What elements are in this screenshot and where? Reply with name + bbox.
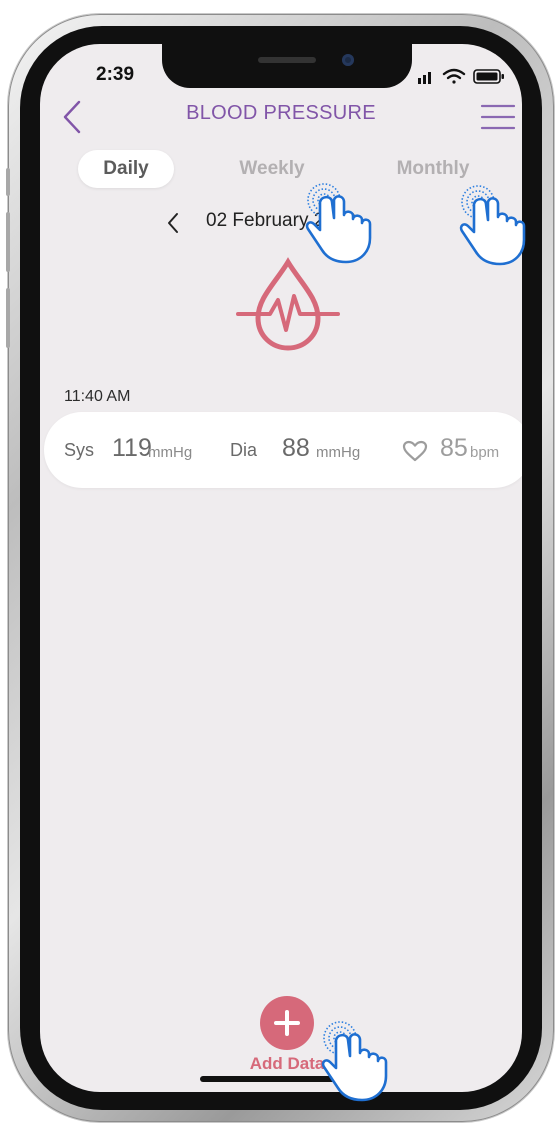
heart-outline-icon [402,440,428,462]
diastolic-value: 88 [282,434,310,462]
reading-card[interactable]: Sys 119 mmHg Dia 88 mmHg 85 bpm [44,412,522,488]
systolic-unit: mmHg [148,444,193,461]
blood-drop-heartbeat-icon [236,257,340,351]
systolic-value: 119 [112,434,152,462]
menu-button[interactable] [480,102,516,132]
add-data-button[interactable] [260,996,314,1050]
status-time: 2:39 [96,64,135,85]
camera [342,54,354,66]
systolic-label: Sys [64,440,95,460]
hamburger-menu-icon [480,104,516,130]
tab-monthly[interactable]: Monthly [378,150,488,188]
diastolic-unit: mmHg [316,444,361,461]
entry-time: 11:40 AM [64,388,131,405]
current-date: 02 February 2022 [206,210,356,231]
phone-side-button [6,288,10,348]
add-data-label[interactable]: Add Data [226,1054,348,1074]
status-icons [418,68,504,84]
notch [162,44,412,88]
pulse-unit: bpm [470,444,500,461]
tab-daily[interactable]: Daily [78,150,174,188]
pulse-value: 85 [440,434,468,462]
home-indicator [200,1076,376,1082]
diastolic-label: Dia [230,440,258,460]
speaker [258,57,316,63]
phone-side-button [6,168,10,196]
battery-icon [473,69,504,84]
tab-weekly[interactable]: Weekly [220,150,324,188]
app-screen: 2:39 BLOOD PRESSURE Daily Weekly Monthly… [40,44,522,1092]
phone-side-button [6,212,10,272]
previous-date-button[interactable] [164,210,182,236]
wifi-icon [442,68,466,84]
phone-mockup: 2:39 BLOOD PRESSURE Daily Weekly Monthly… [0,0,560,1128]
page-title: BLOOD PRESSURE [186,102,376,124]
signal-icon [418,72,431,84]
